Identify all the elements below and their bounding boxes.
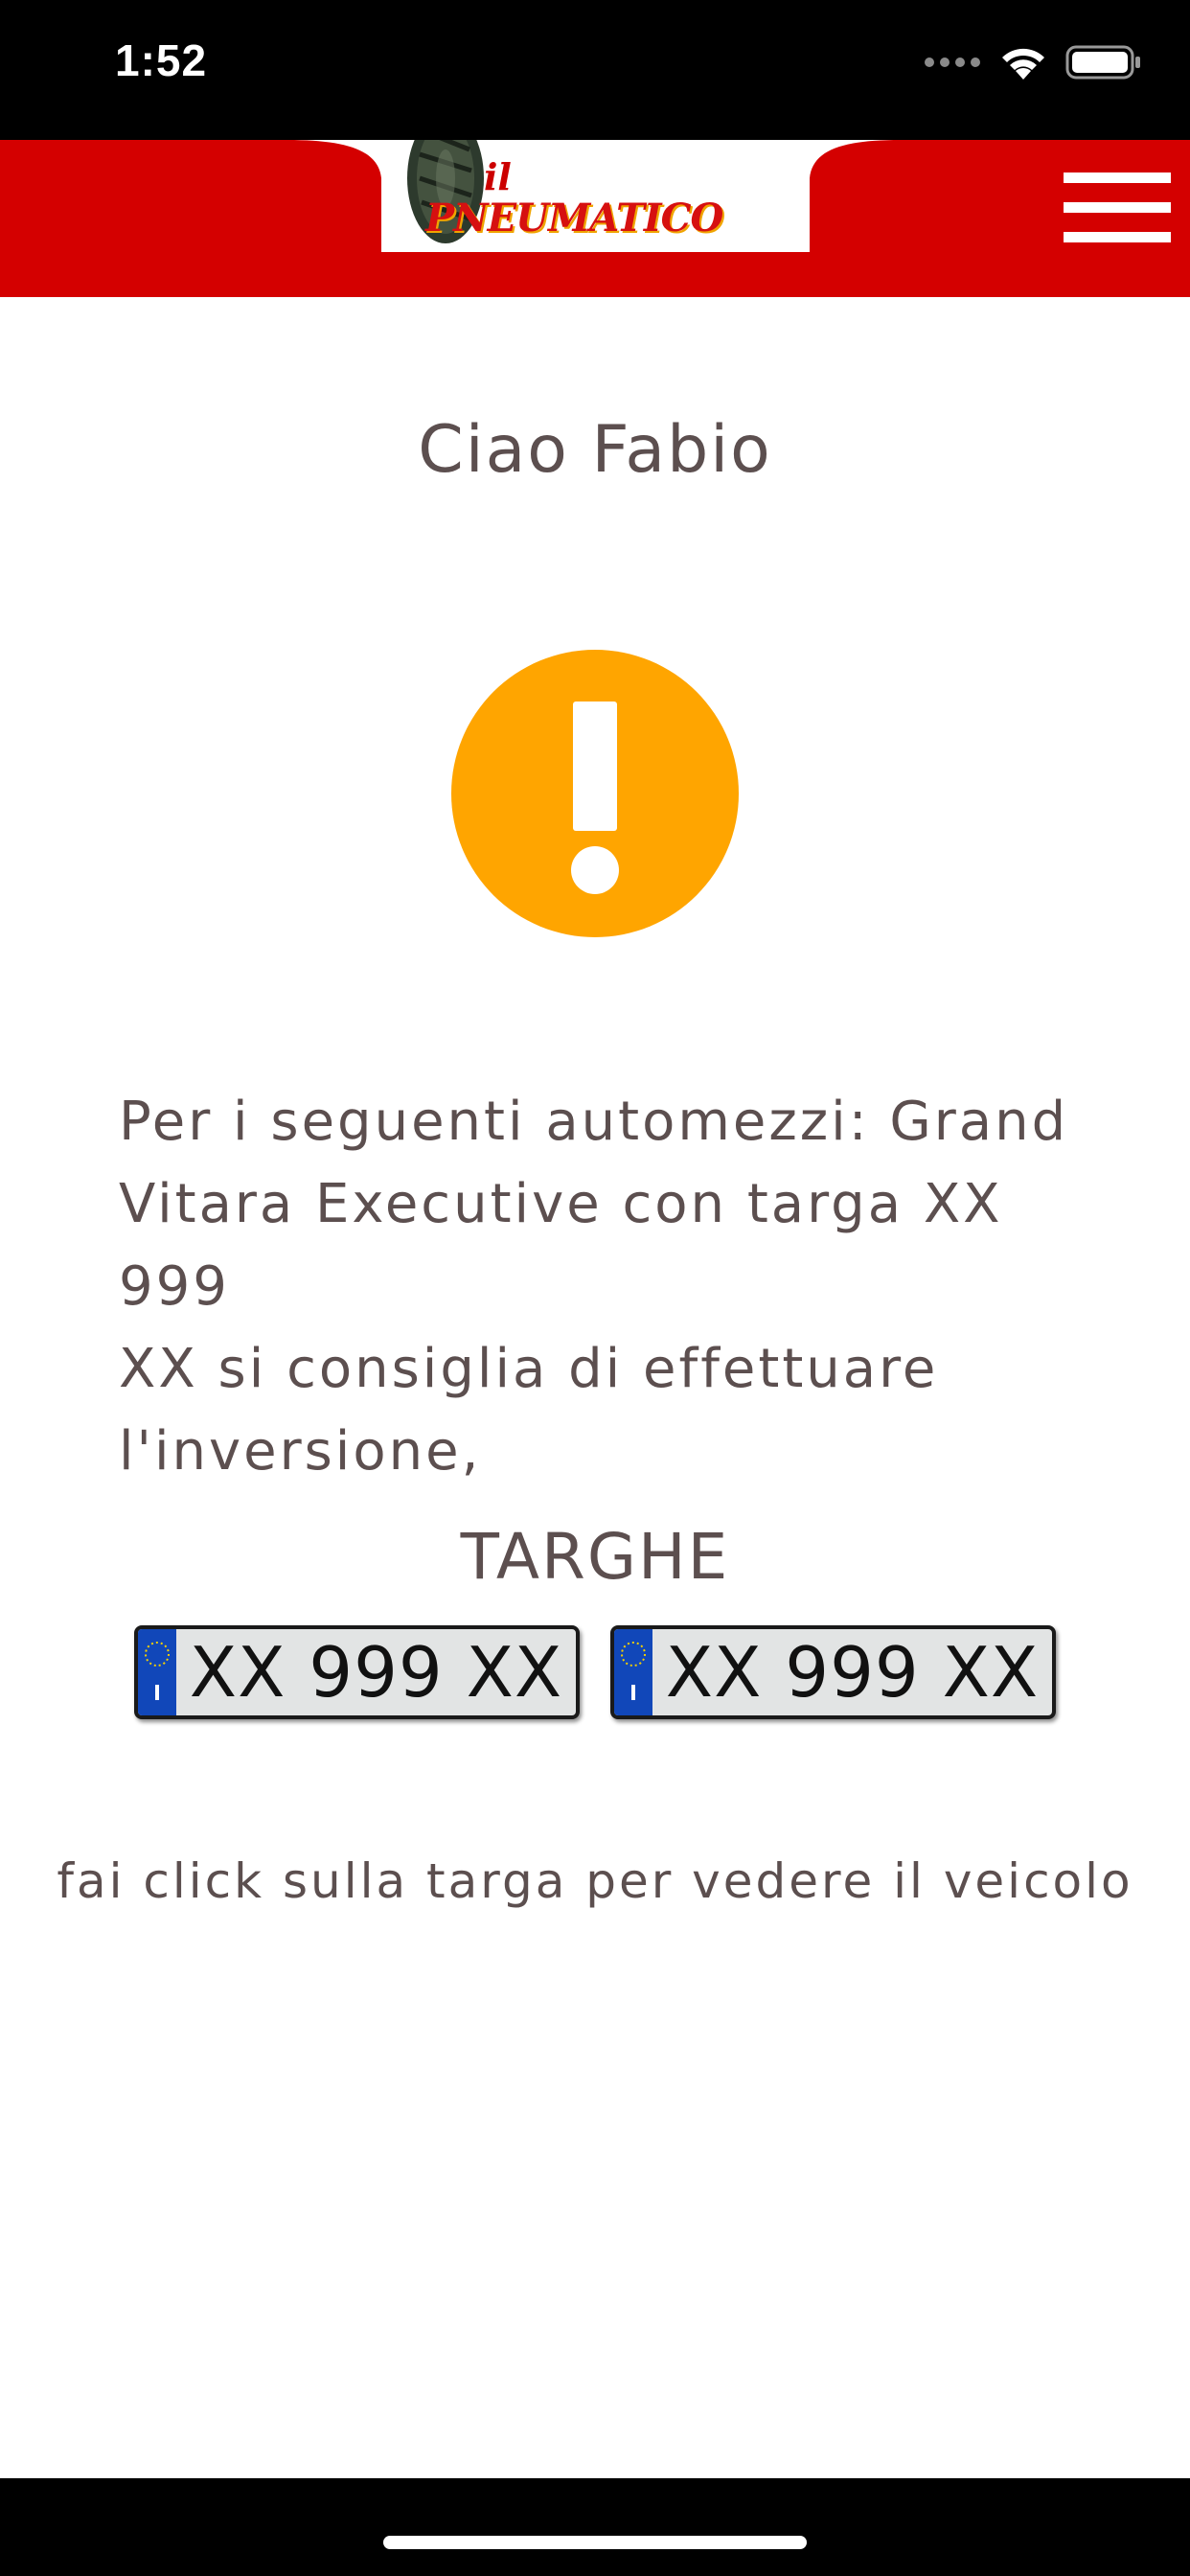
license-plate-button[interactable]: XX 999 XX [610, 1625, 1056, 1719]
home-indicator[interactable] [383, 2536, 807, 2549]
menu-bar-middle [1064, 202, 1171, 213]
status-time: 1:52 [115, 35, 208, 85]
eu-band [138, 1629, 176, 1715]
app-screen: 1:52 il PNEUMATICO Ciao Fabio Per i segu… [0, 0, 1190, 2576]
message-line: XX si consiglia di effettuare [119, 1338, 939, 1400]
message-line: Per i seguenti automezzi: Grand [119, 1091, 1069, 1153]
logo-text-il: il [484, 155, 512, 198]
license-plate-button[interactable]: XX 999 XX [134, 1625, 580, 1719]
alert-message: Per i seguenti automezzi: Grand Vitara E… [119, 1081, 1077, 1493]
eu-band [614, 1629, 652, 1715]
signal-dots-icon [925, 58, 980, 67]
menu-bar-bottom [1064, 232, 1171, 242]
plate-number: XX 999 XX [189, 1632, 563, 1713]
plate-number: XX 999 XX [665, 1632, 1040, 1713]
hamburger-menu-icon[interactable] [1064, 169, 1171, 245]
greeting-title: Ciao Fabio [418, 412, 772, 488]
eu-stars-icon [621, 1642, 646, 1700]
bottom-bar [0, 2478, 1190, 2576]
logo-text-main: PNEUMATICO [425, 196, 723, 241]
exclamation-circle-icon [451, 650, 739, 937]
status-icons [924, 38, 1142, 86]
plates-list: XX 999 XX XX 999 XX [134, 1625, 1056, 1721]
plate-hint-text: fai click sulla targa per vedere il veic… [57, 1853, 1133, 1909]
message-line: l'inversione, [119, 1420, 482, 1483]
message-line: Vitara Executive con targa XX 999 [119, 1173, 1003, 1318]
plates-title: TARGHE [460, 1520, 730, 1594]
status-bar: 1:52 [0, 0, 1190, 140]
menu-bar-top [1064, 172, 1171, 183]
wifi-icon [1002, 48, 1044, 80]
battery-icon [1065, 45, 1140, 80]
eu-stars-icon [145, 1642, 170, 1700]
app-header: il PNEUMATICO [0, 140, 1190, 297]
